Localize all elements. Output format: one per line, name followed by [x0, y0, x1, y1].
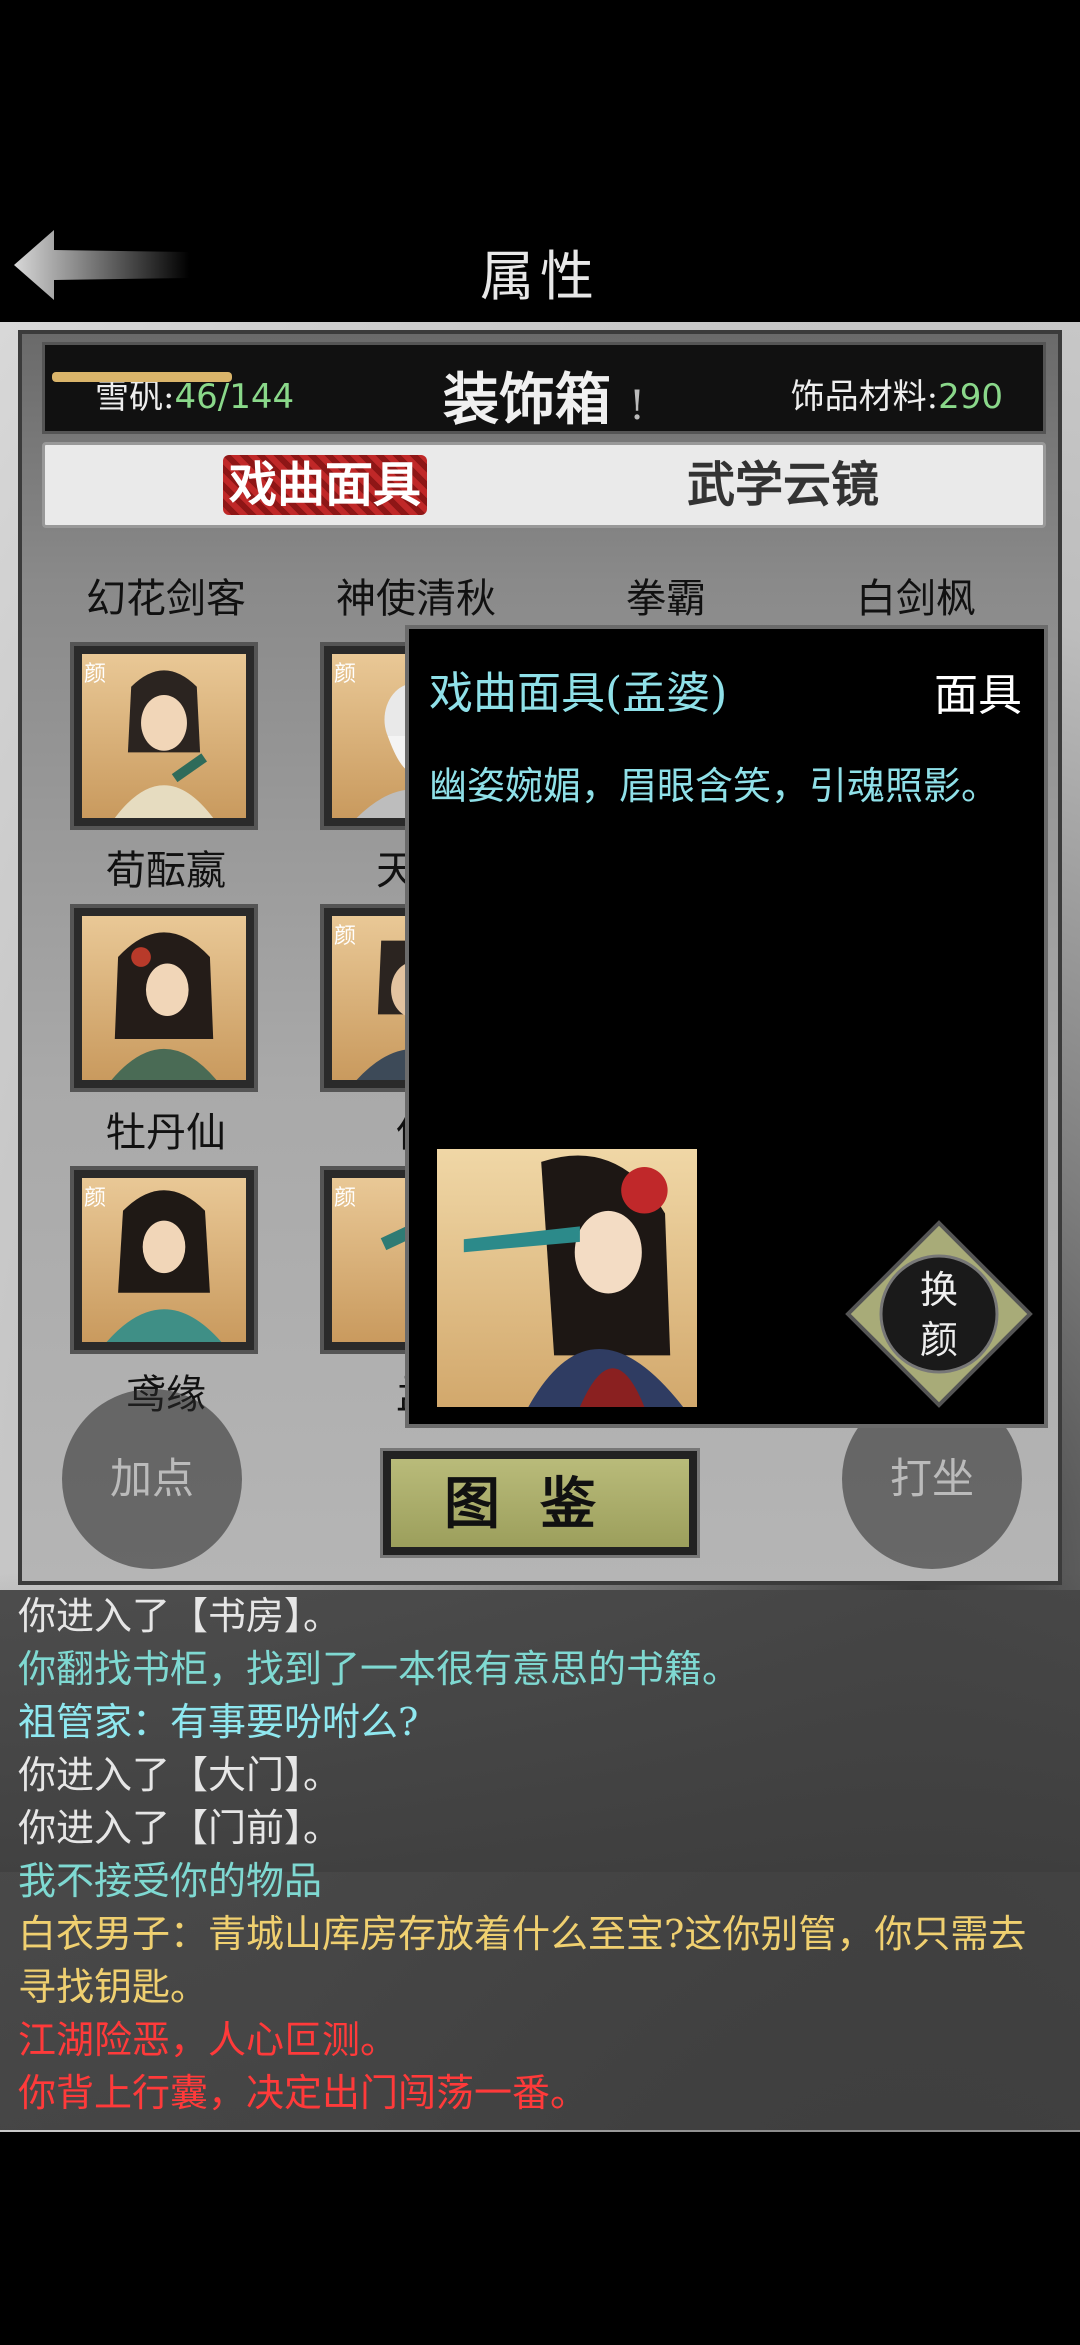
log-line: 白衣男子：青城山库房存放着什么至宝?这你别管，你只需去寻找钥匙。: [18, 1912, 1027, 2009]
portrait-art-icon: [106, 1190, 222, 1342]
add-points-button[interactable]: 加点: [62, 1389, 242, 1569]
log-line: 我不接受你的物品: [18, 1859, 323, 1903]
character-portrait: [82, 916, 246, 1080]
material-value: 290: [938, 377, 1003, 417]
panel-header: 雪矾:46/144 装饰箱! 饰品材料:290: [42, 342, 1046, 434]
card-name: 拳霸: [626, 576, 706, 622]
page-title: 属性: [480, 245, 600, 308]
mask-card[interactable]: [70, 904, 258, 1092]
tab-bar: 戏曲面具 武学云镜: [42, 442, 1046, 528]
portrait-art-icon: [114, 670, 214, 818]
card-cap: [52, 372, 232, 382]
log-line: 祖管家：有事要吩咐么?: [18, 1700, 419, 1744]
info-mark-icon[interactable]: !: [629, 383, 645, 429]
log-line: 江湖险恶，人心叵测。: [18, 2018, 399, 2062]
log-line: 你进入了【书房】。: [18, 1594, 342, 1638]
log-line: 你翻找书柜，找到了一本很有意思的书籍。: [18, 1647, 741, 1691]
swap-skin-button[interactable]: 换 颜: [844, 1219, 1034, 1409]
log-line: 你背上行囊，决定出门闯荡一番。: [18, 2071, 589, 2115]
log-line: 你进入了【门前】。: [18, 1806, 342, 1850]
mengpo-portrait-icon: [463, 1155, 684, 1407]
top-bar: 属性: [0, 0, 1080, 322]
log-line: 你进入了【大门】。: [18, 1753, 342, 1797]
portrait-art-icon: [111, 932, 217, 1080]
item-title: 戏曲面具(孟婆): [429, 668, 728, 719]
collection-button-label: 图鉴: [391, 1459, 689, 1547]
material-stat: 饰品材料:290: [790, 377, 1003, 417]
card-name: 白剑枫: [856, 576, 976, 622]
card-name: 牡丹仙: [106, 1110, 226, 1156]
swap-label-top: 换: [919, 1268, 958, 1312]
item-portrait: [437, 1149, 697, 1407]
card-name: 神使清秋: [336, 576, 496, 622]
skin-tag: 颜: [334, 662, 357, 687]
character-portrait: 颜: [82, 1178, 246, 1342]
skin-tag: 颜: [84, 1186, 107, 1211]
card-name: 幻花剑客: [86, 576, 246, 622]
skin-tag: 颜: [334, 924, 357, 949]
mask-card[interactable]: 颜: [70, 1166, 258, 1354]
skin-tag: 颜: [84, 662, 107, 687]
message-log: 你进入了【书房】。 你翻找书柜，找到了一本很有意思的书籍。 祖管家：有事要吩咐么…: [0, 1590, 1080, 2130]
character-portrait: 颜: [82, 654, 246, 818]
skin-tag: 颜: [334, 1186, 357, 1211]
card-name: 荀酝嬴: [106, 848, 226, 894]
swap-label-bottom: 颜: [919, 1318, 958, 1362]
tab-opera-mask[interactable]: 戏曲面具: [223, 455, 428, 515]
item-type: 面具: [934, 670, 1022, 721]
collection-button[interactable]: 图鉴: [380, 1448, 700, 1558]
item-description: 幽姿婉媚，眉眼含笑，引魂照影。: [429, 764, 1000, 808]
tab-martial-mirror[interactable]: 武学云镜: [681, 455, 885, 515]
item-detail-popup: 戏曲面具(孟婆) 面具 幽姿婉媚，眉眼含笑，引魂照影。 换 颜: [405, 625, 1048, 1428]
mask-card[interactable]: 颜: [70, 642, 258, 830]
